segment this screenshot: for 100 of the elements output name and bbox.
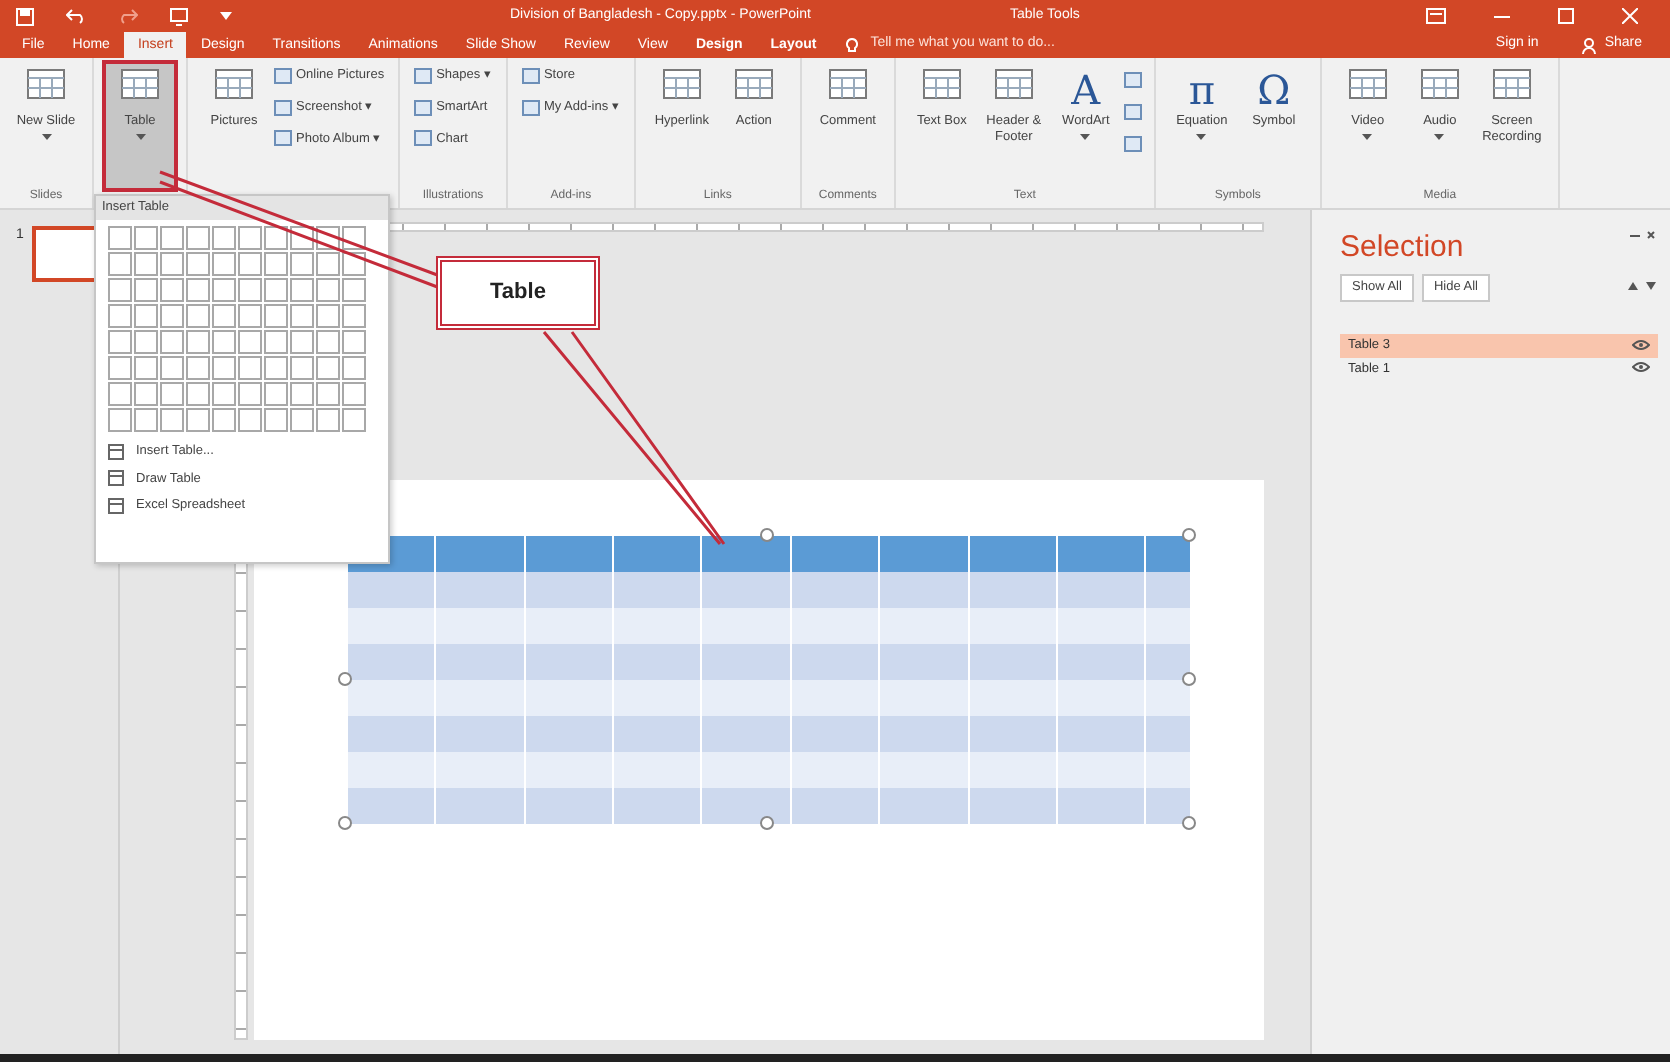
grid-cell[interactable] bbox=[108, 277, 132, 302]
grid-cell[interactable] bbox=[186, 251, 210, 276]
close-icon[interactable] bbox=[1622, 8, 1638, 24]
grid-cell[interactable] bbox=[160, 251, 184, 276]
grid-cell[interactable] bbox=[134, 381, 158, 406]
resize-handle[interactable] bbox=[338, 672, 352, 686]
grid-cell[interactable] bbox=[134, 407, 158, 432]
grid-cell[interactable] bbox=[290, 407, 314, 432]
grid-cell[interactable] bbox=[264, 355, 288, 380]
grid-cell[interactable] bbox=[342, 407, 366, 432]
maximize-icon[interactable] bbox=[1558, 8, 1574, 24]
lightbulb-icon bbox=[846, 37, 859, 53]
grid-cell[interactable] bbox=[316, 355, 340, 380]
grid-cell[interactable] bbox=[342, 225, 366, 250]
grid-cell[interactable] bbox=[134, 277, 158, 302]
grid-cell[interactable] bbox=[316, 251, 340, 276]
undo-icon[interactable] bbox=[66, 8, 86, 24]
resize-handle[interactable] bbox=[760, 816, 774, 830]
grid-cell[interactable] bbox=[290, 277, 314, 302]
grid-cell[interactable] bbox=[316, 303, 340, 328]
grid-cell[interactable] bbox=[212, 407, 236, 432]
grid-cell[interactable] bbox=[316, 225, 340, 250]
grid-cell[interactable] bbox=[342, 355, 366, 380]
grid-cell[interactable] bbox=[108, 407, 132, 432]
grid-cell[interactable] bbox=[108, 303, 132, 328]
grid-cell[interactable] bbox=[264, 225, 288, 250]
grid-cell[interactable] bbox=[108, 251, 132, 276]
grid-cell[interactable] bbox=[212, 303, 236, 328]
resize-handle[interactable] bbox=[338, 816, 352, 830]
redo-icon[interactable] bbox=[118, 8, 138, 24]
grid-cell[interactable] bbox=[238, 381, 262, 406]
grid-cell[interactable] bbox=[186, 407, 210, 432]
grid-cell[interactable] bbox=[238, 225, 262, 250]
ribbon-options-icon[interactable] bbox=[1426, 8, 1446, 24]
grid-cell[interactable] bbox=[290, 329, 314, 354]
resize-handle[interactable] bbox=[1182, 528, 1196, 542]
grid-cell[interactable] bbox=[238, 277, 262, 302]
grid-cell[interactable] bbox=[212, 329, 236, 354]
resize-handle[interactable] bbox=[1182, 672, 1196, 686]
grid-cell[interactable] bbox=[238, 407, 262, 432]
grid-cell[interactable] bbox=[238, 251, 262, 276]
grid-cell[interactable] bbox=[212, 277, 236, 302]
grid-cell[interactable] bbox=[108, 381, 132, 406]
resize-handle[interactable] bbox=[760, 528, 774, 542]
grid-cell[interactable] bbox=[134, 251, 158, 276]
grid-cell[interactable] bbox=[108, 225, 132, 250]
grid-cell[interactable] bbox=[134, 303, 158, 328]
grid-cell[interactable] bbox=[342, 381, 366, 406]
eye-icon[interactable] bbox=[1632, 339, 1650, 350]
grid-cell[interactable] bbox=[160, 329, 184, 354]
grid-cell[interactable] bbox=[238, 329, 262, 354]
grid-cell[interactable] bbox=[264, 277, 288, 302]
grid-cell[interactable] bbox=[212, 251, 236, 276]
resize-handle[interactable] bbox=[1182, 816, 1196, 830]
grid-cell[interactable] bbox=[316, 277, 340, 302]
grid-cell[interactable] bbox=[290, 251, 314, 276]
grid-cell[interactable] bbox=[264, 303, 288, 328]
grid-cell[interactable] bbox=[290, 381, 314, 406]
grid-cell[interactable] bbox=[160, 381, 184, 406]
grid-cell[interactable] bbox=[108, 329, 132, 354]
grid-cell[interactable] bbox=[238, 303, 262, 328]
grid-cell[interactable] bbox=[316, 329, 340, 354]
grid-cell[interactable] bbox=[186, 381, 210, 406]
grid-cell[interactable] bbox=[108, 355, 132, 380]
grid-cell[interactable] bbox=[160, 303, 184, 328]
grid-cell[interactable] bbox=[160, 225, 184, 250]
grid-cell[interactable] bbox=[290, 303, 314, 328]
grid-cell[interactable] bbox=[342, 303, 366, 328]
grid-cell[interactable] bbox=[316, 407, 340, 432]
grid-cell[interactable] bbox=[186, 355, 210, 380]
reorder-arrows-icon[interactable] bbox=[1626, 279, 1658, 292]
grid-cell[interactable] bbox=[212, 225, 236, 250]
grid-cell[interactable] bbox=[160, 355, 184, 380]
grid-cell[interactable] bbox=[134, 355, 158, 380]
grid-cell[interactable] bbox=[342, 251, 366, 276]
save-icon[interactable] bbox=[16, 7, 34, 25]
grid-cell[interactable] bbox=[160, 277, 184, 302]
grid-cell[interactable] bbox=[160, 407, 184, 432]
eye-icon[interactable] bbox=[1632, 362, 1650, 373]
grid-cell[interactable] bbox=[264, 407, 288, 432]
grid-cell[interactable] bbox=[290, 355, 314, 380]
grid-cell[interactable] bbox=[342, 329, 366, 354]
grid-cell[interactable] bbox=[212, 355, 236, 380]
pane-controls-icon[interactable] bbox=[1630, 230, 1658, 242]
grid-cell[interactable] bbox=[186, 329, 210, 354]
grid-cell[interactable] bbox=[186, 277, 210, 302]
grid-cell[interactable] bbox=[134, 225, 158, 250]
grid-cell[interactable] bbox=[342, 277, 366, 302]
grid-cell[interactable] bbox=[264, 251, 288, 276]
grid-cell[interactable] bbox=[186, 225, 210, 250]
grid-cell[interactable] bbox=[238, 355, 262, 380]
grid-cell[interactable] bbox=[316, 381, 340, 406]
grid-cell[interactable] bbox=[186, 303, 210, 328]
grid-cell[interactable] bbox=[134, 329, 158, 354]
grid-cell[interactable] bbox=[264, 329, 288, 354]
grid-cell[interactable] bbox=[264, 381, 288, 406]
grid-cell[interactable] bbox=[212, 381, 236, 406]
customize-icon[interactable] bbox=[220, 12, 232, 20]
grid-cell[interactable] bbox=[290, 225, 314, 250]
slideshow-icon[interactable] bbox=[170, 7, 188, 25]
